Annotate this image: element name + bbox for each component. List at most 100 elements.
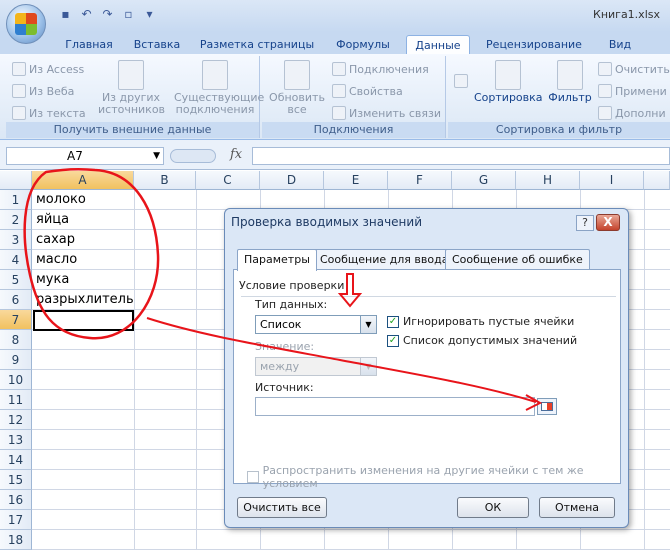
tab-input-message[interactable]: Сообщение для ввода — [313, 249, 456, 270]
cell-a5[interactable]: мука — [36, 270, 69, 290]
insert-function-icon[interactable]: fx — [230, 147, 242, 162]
connections-button[interactable]: Подключения — [332, 62, 429, 76]
row-header[interactable]: 4 — [0, 250, 32, 270]
row-header[interactable]: 6 — [0, 290, 32, 310]
row-header[interactable]: 14 — [0, 450, 32, 470]
tab-settings[interactable]: Параметры — [237, 249, 317, 271]
reapply-icon — [598, 84, 612, 98]
row-header[interactable]: 5 — [0, 270, 32, 290]
tab-data[interactable]: Данные — [406, 35, 470, 54]
chevron-down-icon[interactable]: ▼ — [360, 358, 376, 375]
tab-page-layout[interactable]: Разметка страницы — [196, 35, 318, 54]
row-header[interactable]: 9 — [0, 350, 32, 370]
cell-a6[interactable]: разрыхлитель — [36, 290, 134, 310]
reapply-button[interactable]: Примени — [598, 84, 667, 98]
existing-connections-icon — [202, 60, 228, 90]
cell-a1[interactable]: молоко — [36, 190, 86, 210]
formula-input[interactable] — [252, 147, 670, 165]
properties-button[interactable]: Свойства — [332, 84, 403, 98]
sort-icon — [495, 60, 521, 90]
row-header[interactable]: 8 — [0, 330, 32, 350]
tab-formulas[interactable]: Формулы — [330, 35, 396, 54]
sort-az-button[interactable] — [454, 74, 468, 88]
filter-button[interactable]: Фильтр — [546, 60, 594, 104]
save-icon[interactable]: ▪ — [58, 7, 73, 22]
row-header[interactable]: 18 — [0, 530, 32, 550]
column-header-e[interactable]: E — [324, 171, 388, 190]
other-sources-icon — [118, 60, 144, 90]
from-other-sources-button[interactable]: Из других источников — [98, 60, 165, 116]
tab-error-alert[interactable]: Сообщение об ошибке — [445, 249, 590, 270]
cell-a3[interactable]: сахар — [36, 230, 75, 250]
cancel-button[interactable]: Отмена — [539, 497, 615, 518]
help-button[interactable]: ? — [576, 215, 594, 231]
column-header-j[interactable] — [644, 171, 670, 190]
cell-a2[interactable]: яйца — [36, 210, 69, 230]
clear-filter-icon — [598, 62, 612, 76]
close-button[interactable]: X — [596, 214, 620, 231]
clear-all-button[interactable]: Очистить все — [237, 497, 327, 518]
column-header-g[interactable]: G — [452, 171, 516, 190]
column-header-a[interactable]: A — [32, 171, 134, 190]
apply-to-all-checkbox[interactable]: Распространить изменения на другие ячейк… — [247, 464, 628, 490]
print-preview-icon[interactable]: ▫ — [121, 7, 136, 22]
row-header[interactable]: 12 — [0, 410, 32, 430]
tab-insert[interactable]: Вставка — [128, 35, 186, 54]
row-header[interactable]: 16 — [0, 490, 32, 510]
clear-filter-button[interactable]: Очистить — [598, 62, 670, 76]
window-title: Книга1.xlsx — [593, 8, 660, 21]
undo-icon[interactable]: ↶ — [79, 7, 94, 22]
row-header[interactable]: 17 — [0, 510, 32, 530]
office-button[interactable] — [6, 4, 46, 44]
advanced-button[interactable]: Дополни — [598, 106, 666, 120]
tab-home[interactable]: Главная — [58, 35, 120, 54]
customize-toolbar-icon[interactable]: ▾ — [142, 7, 157, 22]
quick-access-toolbar: ▪ ↶ ↷ ▫ ▾ — [58, 7, 157, 22]
access-icon — [12, 62, 26, 76]
name-box[interactable]: A7 ▼ — [6, 147, 164, 165]
tab-view[interactable]: Вид — [600, 35, 640, 54]
row-header[interactable]: 7 — [0, 310, 32, 330]
row-header[interactable]: 1 — [0, 190, 32, 210]
range-select-button[interactable] — [537, 398, 557, 415]
from-web-button[interactable]: Из Веба — [12, 84, 74, 98]
refresh-all-button[interactable]: Обновить все — [266, 60, 328, 116]
edit-links-button[interactable]: Изменить связи — [332, 106, 441, 120]
data-type-select[interactable]: Список ▼ — [255, 315, 377, 334]
value-select[interactable]: между ▼ — [255, 357, 377, 376]
active-cell-a7[interactable] — [33, 310, 134, 331]
ignore-blank-checkbox[interactable]: ✓ Игнорировать пустые ячейки — [387, 315, 574, 328]
row-header[interactable]: 2 — [0, 210, 32, 230]
column-header-i[interactable]: I — [580, 171, 644, 190]
chevron-down-icon[interactable]: ▼ — [360, 316, 376, 333]
existing-connections-button[interactable]: Существующие подключения — [174, 60, 264, 116]
ribbon: Из Access Из Веба Из текста Из других ис… — [0, 54, 670, 140]
from-access-button[interactable]: Из Access — [12, 62, 84, 76]
row-header[interactable]: 11 — [0, 390, 32, 410]
sort-button[interactable]: Сортировка — [474, 60, 543, 104]
column-header-f[interactable]: F — [388, 171, 452, 190]
tab-review[interactable]: Рецензирование — [480, 35, 588, 54]
ribbon-tabs: Главная Вставка Разметка страницы Формул… — [0, 32, 670, 54]
ok-button[interactable]: ОК — [457, 497, 529, 518]
in-cell-dropdown-checkbox[interactable]: ✓ Список допустимых значений — [387, 334, 577, 347]
row-header[interactable]: 13 — [0, 430, 32, 450]
data-validation-dialog: Проверка вводимых значений ? X Параметры… — [224, 208, 629, 528]
formula-bar-resize-handle[interactable] — [170, 149, 216, 163]
column-header-h[interactable]: H — [516, 171, 580, 190]
column-header-b[interactable]: B — [134, 171, 196, 190]
source-input[interactable] — [255, 397, 535, 416]
column-header-c[interactable]: C — [196, 171, 260, 190]
row-header[interactable]: 15 — [0, 470, 32, 490]
chevron-down-icon[interactable]: ▼ — [153, 148, 160, 164]
column-header-d[interactable]: D — [260, 171, 324, 190]
row-header[interactable]: 10 — [0, 370, 32, 390]
cell-a4[interactable]: масло — [36, 250, 77, 270]
title-bar: ▪ ↶ ↷ ▫ ▾ Книга1.xlsx — [0, 0, 670, 44]
select-all-corner[interactable] — [0, 171, 32, 190]
row-header[interactable]: 3 — [0, 230, 32, 250]
redo-icon[interactable]: ↷ — [100, 7, 115, 22]
sort-az-icon — [454, 74, 468, 88]
formula-bar: A7 ▼ fx — [0, 140, 670, 170]
from-text-button[interactable]: Из текста — [12, 106, 86, 120]
